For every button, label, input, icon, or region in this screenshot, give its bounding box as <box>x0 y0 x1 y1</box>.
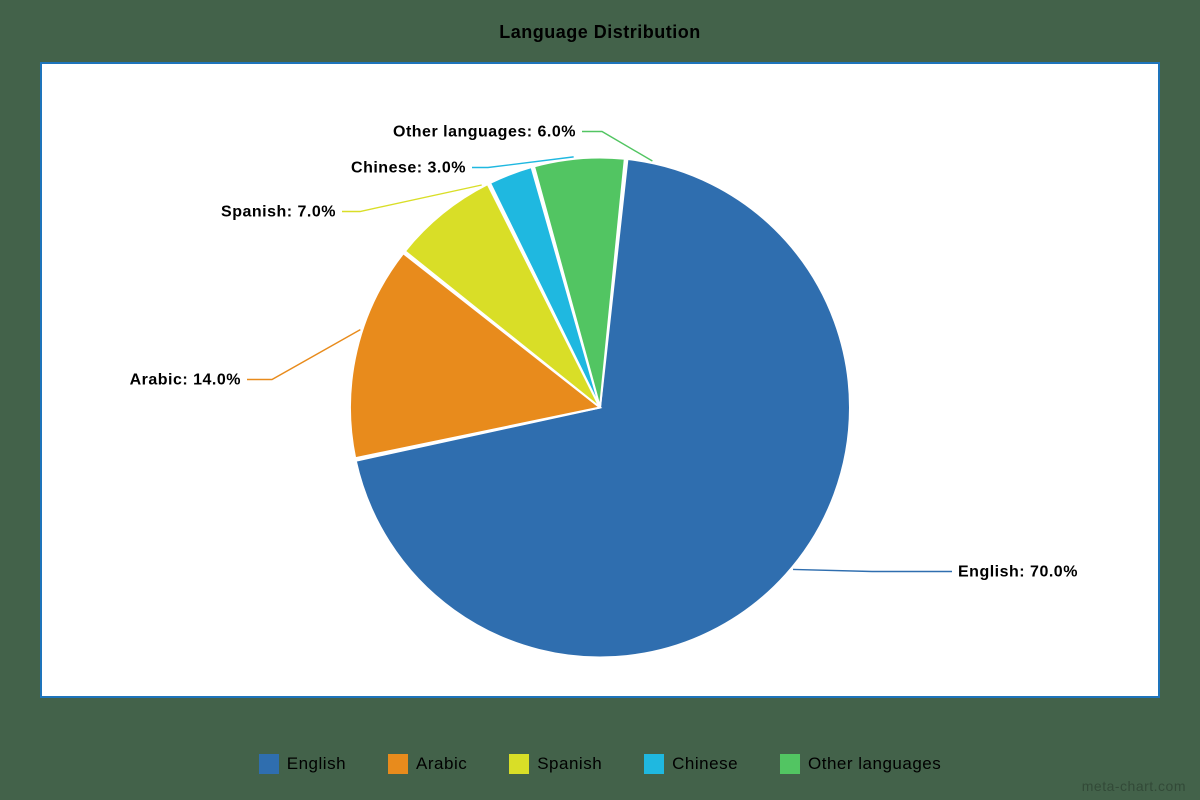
legend-label: Chinese <box>672 754 738 774</box>
legend-swatch <box>388 754 408 774</box>
legend-swatch <box>780 754 800 774</box>
slice-label-spanish: Spanish: 7.0% <box>221 204 336 221</box>
leader-line <box>793 569 952 571</box>
legend-label: Arabic <box>416 754 467 774</box>
legend-swatch <box>509 754 529 774</box>
legend: English Arabic Spanish Chinese Other languag… <box>0 754 1200 774</box>
pie-chart: English: 70.0% Arabic: 14.0% Spanish: 7.0%… <box>42 62 1158 699</box>
slice-label-arabic: Arabic: 14.0% <box>130 372 241 389</box>
legend-item-other-languages: Other languages <box>780 754 941 774</box>
legend-item-chinese: Chinese <box>644 754 738 774</box>
legend-label: English <box>287 754 346 774</box>
legend-item-arabic: Arabic <box>388 754 467 774</box>
legend-label: Spanish <box>537 754 602 774</box>
slice-label-chinese: Chinese: 3.0% <box>351 160 466 177</box>
slice-label-english: English: 70.0% <box>958 564 1078 581</box>
legend-swatch <box>259 754 279 774</box>
chart-container: English: 70.0% Arabic: 14.0% Spanish: 7.0%… <box>40 62 1160 698</box>
leader-line <box>247 330 360 380</box>
slice-label-other-languages: Other languages: 6.0% <box>393 124 576 141</box>
legend-item-english: English <box>259 754 346 774</box>
legend-item-spanish: Spanish <box>509 754 602 774</box>
legend-label: Other languages <box>808 754 941 774</box>
watermark: meta-chart.com <box>1082 778 1186 794</box>
legend-swatch <box>644 754 664 774</box>
chart-title: Language Distribution <box>0 22 1200 43</box>
